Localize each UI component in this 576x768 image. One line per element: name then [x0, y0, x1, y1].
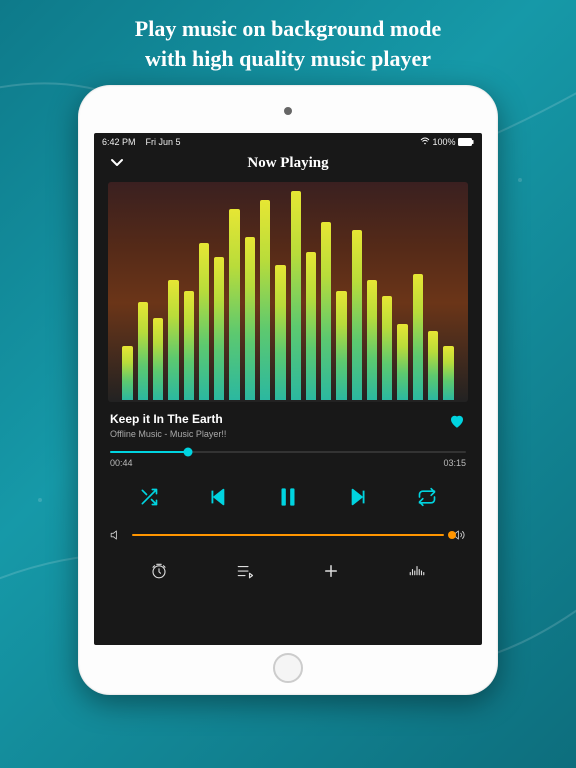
previous-button[interactable] — [206, 486, 228, 508]
status-bar: 6:42 PM Fri Jun 5 100% — [94, 133, 482, 151]
queue-button[interactable] — [236, 562, 254, 580]
time-elapsed: 00:44 — [110, 458, 133, 468]
repeat-button[interactable] — [417, 487, 437, 507]
wifi-icon — [420, 137, 433, 147]
track-info: Keep it In The Earth Offline Music - Mus… — [110, 412, 226, 439]
equalizer-button[interactable] — [408, 562, 426, 580]
volume-section — [94, 518, 482, 548]
volume-slider[interactable] — [132, 534, 444, 536]
bottom-toolbar — [94, 548, 482, 588]
album-artwork — [108, 182, 468, 402]
nav-bar: Now Playing — [94, 151, 482, 180]
battery-icon — [458, 137, 474, 147]
progress-bar[interactable] — [110, 451, 466, 453]
status-battery: 100% — [432, 137, 455, 147]
playback-controls — [94, 470, 482, 518]
status-date: Fri Jun 5 — [146, 137, 181, 147]
status-time: 6:42 PM — [102, 137, 136, 147]
track-title: Keep it In The Earth — [110, 412, 226, 426]
pause-button[interactable] — [275, 484, 301, 510]
equalizer-bars — [122, 182, 453, 402]
progress-section: 00:44 03:15 — [94, 443, 482, 470]
nav-title: Now Playing — [247, 155, 328, 172]
tablet-home-button — [273, 653, 303, 683]
track-artist: Offline Music - Music Player!! — [110, 429, 226, 439]
sleep-timer-button[interactable] — [150, 562, 168, 580]
favorite-button[interactable] — [448, 412, 466, 430]
add-button[interactable] — [322, 562, 340, 580]
volume-low-icon — [110, 528, 124, 542]
app-screen: 6:42 PM Fri Jun 5 100% Now Playing — [94, 133, 482, 645]
time-duration: 03:15 — [443, 458, 466, 468]
shuffle-button[interactable] — [139, 487, 159, 507]
collapse-button[interactable] — [108, 153, 126, 171]
tablet-camera — [284, 107, 292, 115]
next-button[interactable] — [348, 486, 370, 508]
tablet-frame: 6:42 PM Fri Jun 5 100% Now Playing — [78, 85, 498, 695]
